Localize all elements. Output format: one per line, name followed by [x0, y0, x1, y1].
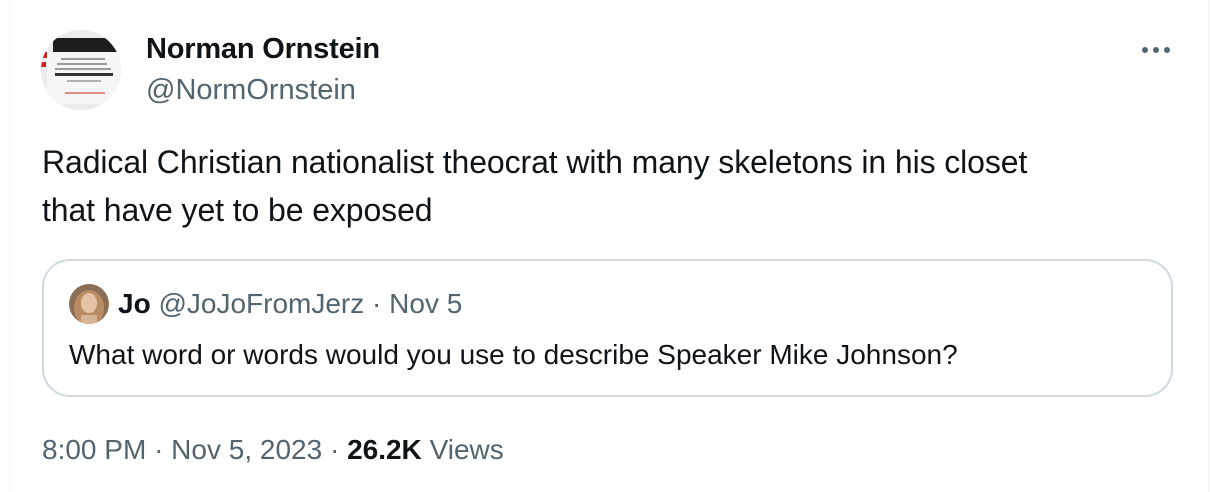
quote-header: Jo @JoJoFromJerz · Nov 5	[118, 288, 462, 320]
more-options-button[interactable]	[1136, 36, 1176, 64]
separator-dot: ·	[372, 288, 382, 319]
quoted-tweet-card[interactable]: Jo @JoJoFromJerz · Nov 5 What word or wo…	[42, 259, 1173, 397]
tweet-text-line: Radical Christian nationalist theocrat w…	[42, 144, 1028, 180]
views-label: Views	[429, 434, 504, 465]
book-cover-avatar-image	[41, 30, 121, 110]
separator-dot: ·	[154, 434, 164, 465]
tweet-text: Radical Christian nationalist theocrat w…	[42, 138, 1172, 234]
profile-photo-avatar-image	[69, 284, 109, 324]
author-name[interactable]: Norman Ornstein	[146, 33, 380, 66]
quote-date[interactable]: Nov 5	[389, 288, 462, 319]
views-count: 26.2K	[347, 434, 422, 465]
tweet-text-line: that have yet to be exposed	[42, 192, 433, 228]
author-handle[interactable]: @NormOrnstein	[146, 74, 356, 107]
tweet-time[interactable]: 8:00 PM	[42, 434, 146, 465]
tweet-date[interactable]: Nov 5, 2023	[171, 434, 322, 465]
separator-dot: ·	[329, 434, 340, 465]
author-avatar[interactable]	[41, 30, 121, 110]
quote-author-avatar[interactable]	[69, 284, 109, 324]
quote-author-name[interactable]: Jo	[118, 288, 151, 319]
more-horizontal-icon	[1142, 47, 1170, 53]
tweet-metadata: 8:00 PM · Nov 5, 2023 · 26.2K Views	[42, 434, 504, 466]
quote-author-handle[interactable]: @JoJoFromJerz	[158, 288, 364, 319]
quote-text: What word or words would you use to desc…	[69, 339, 958, 370]
